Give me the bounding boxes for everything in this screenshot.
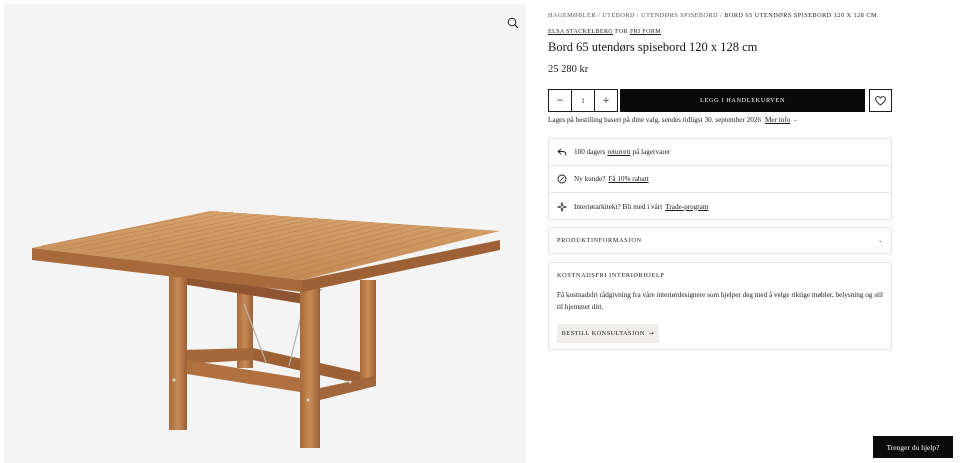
breadcrumb-separator: / <box>720 12 723 19</box>
designer-link[interactable]: Elsa Stackelberg <box>548 29 613 35</box>
sparkle-icon <box>557 201 567 212</box>
chevron-down-icon: ⌄ <box>878 237 883 244</box>
quantity-stepper: − 1 + <box>548 89 618 112</box>
arrow-right-icon: → <box>648 330 655 337</box>
book-consultation-label: Bestill konsultasjon <box>561 330 645 337</box>
breadcrumb-item[interactable]: Utendørs spisebord <box>641 12 718 19</box>
usp-list: 100 dagers returrett på lagervarer Ny ku… <box>548 138 892 220</box>
returns-link[interactable]: returrett <box>607 148 630 156</box>
usp-text: Interiørarkitekt? Bli med i vårt <box>574 202 663 211</box>
breadcrumb-separator: / <box>597 12 601 19</box>
breadcrumb-current: Bord 65 utendørs spisebord 120 x 128 cm <box>724 12 878 19</box>
return-arrow-icon <box>557 147 567 157</box>
interior-help-heading: Kostnadsfri interiørhjelp <box>557 272 665 279</box>
product-information-accordion[interactable]: Produktinformasjon ⌄ <box>548 227 892 254</box>
breadcrumb-item[interactable]: Hagemøbler <box>548 12 596 19</box>
product-image-gallery[interactable] <box>4 4 526 463</box>
usp-new-customer: Ny kunde? Få 10% rabatt <box>549 166 891 193</box>
usp-text: Ny kunde? <box>574 175 606 183</box>
wishlist-heart-icon[interactable] <box>869 89 892 112</box>
help-chat-button[interactable]: Trenger du hjelp? <box>873 436 953 458</box>
product-price: 25 280 kr <box>548 64 589 75</box>
add-to-cart-button[interactable]: Legg i handlekurven <box>620 89 865 112</box>
usp-text: på lagervarer <box>632 148 671 156</box>
interior-help-text: Få kostnadsfri rådgivning fra våre inter… <box>557 291 884 311</box>
chevron-down-icon: ⌄ <box>793 117 798 123</box>
quantity-increase-button[interactable]: + <box>595 90 617 111</box>
designer-for-label: for <box>615 29 628 35</box>
more-info-link[interactable]: Mer info <box>765 116 790 124</box>
brand-link[interactable]: Fri Form <box>630 29 661 35</box>
usp-returns: 100 dagers returrett på lagervarer <box>549 139 891 166</box>
breadcrumb-separator: / <box>636 12 640 19</box>
discount-link[interactable]: Få 10% rabatt <box>608 175 648 183</box>
designer-line: Elsa Stackelberg for Fri Form <box>548 29 661 35</box>
usp-trade: Interiørarkitekt? Bli med i vårt Trade-p… <box>549 193 891 220</box>
delivery-info: Lages på bestilling basert på dine valg,… <box>548 116 798 124</box>
trade-program-link[interactable]: Trade-program <box>665 203 708 211</box>
quantity-input[interactable]: 1 <box>571 90 595 111</box>
zoom-icon[interactable] <box>502 12 524 34</box>
breadcrumb-item[interactable]: Utebord <box>602 12 635 19</box>
product-title: Bord 65 utendørs spisebord 120 x 128 cm <box>548 40 758 54</box>
purchase-row: − 1 + Legg i handlekurven <box>548 89 892 112</box>
delivery-text: Lages på bestilling basert på dine valg,… <box>548 116 761 124</box>
usp-text: 100 dagers <box>574 148 606 156</box>
book-consultation-button[interactable]: Bestill konsultasjon → <box>557 324 659 343</box>
breadcrumb: Hagemøbler / Utebord / Utendørs spisebord / Bo… <box>548 12 877 19</box>
accordion-label: Produktinformasjon <box>557 237 642 244</box>
interior-help-box: Kostnadsfri interiørhjelp Få kostnadsfri… <box>548 262 892 350</box>
quantity-decrease-button[interactable]: − <box>549 90 571 111</box>
discount-icon <box>557 174 567 184</box>
product-image <box>32 210 500 448</box>
